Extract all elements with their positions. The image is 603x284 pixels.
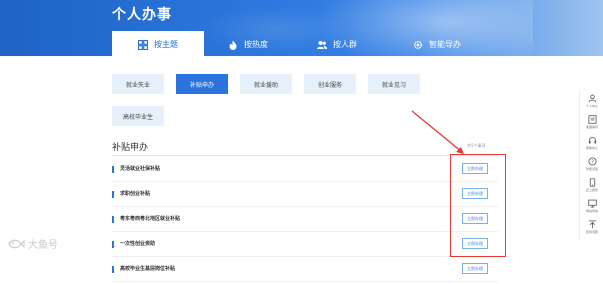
list-item: 一次性创业资助 立即办理 xyxy=(112,233,498,257)
right-toolbar: 个人中心 收藏事项 帮助中心 ? 智能问答 掌上服务 网站导航 回到顶部 xyxy=(579,90,603,240)
annotation-arrow xyxy=(411,110,464,154)
sidebar-item-personal-center[interactable]: 个人中心 xyxy=(580,94,603,108)
tab-label: 按人群 xyxy=(333,40,357,49)
sidebar-item-smart-qa[interactable]: ? 智能问答 xyxy=(580,157,603,171)
category-internship[interactable]: 就业见习 xyxy=(368,74,420,94)
main-tabs: 按主题 按热度 按人群 智能导办 xyxy=(112,31,492,58)
category-entrepreneurship[interactable]: 创业服务 xyxy=(304,74,356,94)
category-employment-assistance[interactable]: 就业援助 xyxy=(240,74,292,94)
sidebar-label: 网站导航 xyxy=(585,209,598,213)
sidebar-item-back-to-top[interactable]: 回到顶部 xyxy=(580,220,603,234)
sidebar-label: 掌上服务 xyxy=(585,188,598,192)
list-icon xyxy=(587,115,597,124)
fish-logo-icon xyxy=(8,239,25,248)
item-name[interactable]: 灵活就业社保补贴 xyxy=(120,165,160,172)
row-marker xyxy=(112,166,114,173)
annotation-highlight-box xyxy=(450,154,506,257)
phone-icon xyxy=(589,178,595,187)
sidebar-label: 回到顶部 xyxy=(585,230,598,234)
sidebar-item-help-center[interactable]: 帮助中心 xyxy=(580,136,603,150)
item-name[interactable]: 粤东粤西粤北地区就业补贴 xyxy=(120,215,180,222)
list-item: 高校毕业生基层岗位补贴 立即办理 xyxy=(112,258,498,282)
tab-label: 按主题 xyxy=(154,40,178,49)
sidebar-label: 收藏事项 xyxy=(585,125,598,129)
row-marker xyxy=(112,241,114,248)
row-marker xyxy=(112,266,114,273)
tab-smart-guide[interactable]: 智能导办 xyxy=(382,31,492,58)
arrow-up-icon xyxy=(588,220,596,229)
sidebar-item-mobile-service[interactable]: 掌上服务 xyxy=(580,178,603,192)
settings-icon xyxy=(413,40,423,50)
list-item: 求职创业补贴 立即办理 xyxy=(112,183,498,207)
tab-by-group[interactable]: 按人群 xyxy=(292,31,382,58)
people-icon xyxy=(317,40,327,50)
apply-now-button[interactable]: 立即办理 xyxy=(462,263,488,274)
list-item: 粤东粤西粤北地区就业补贴 立即办理 xyxy=(112,208,498,232)
monitor-icon xyxy=(587,199,597,208)
user-icon xyxy=(588,94,596,103)
item-name[interactable]: 一次性创业资助 xyxy=(120,240,155,247)
sidebar-item-site-navigation[interactable]: 网站导航 xyxy=(580,199,603,213)
sidebar-label: 智能问答 xyxy=(585,167,598,171)
row-marker xyxy=(112,191,114,198)
tab-by-popularity[interactable]: 按热度 xyxy=(204,31,292,58)
flame-icon xyxy=(228,40,238,50)
sidebar-label: 帮助中心 xyxy=(585,146,598,150)
tab-by-theme[interactable]: 按主题 xyxy=(112,31,204,58)
watermark-text: 大鱼号 xyxy=(28,240,58,251)
tab-label: 按热度 xyxy=(244,40,268,49)
row-marker xyxy=(112,216,114,223)
sidebar-label: 个人中心 xyxy=(585,104,598,108)
watermark: 大鱼号 xyxy=(7,236,58,251)
grid-icon xyxy=(138,39,148,50)
page-title: 个人办事 xyxy=(112,7,172,23)
category-employment-unemployment[interactable]: 就业失业 xyxy=(112,74,164,94)
svg-text:?: ? xyxy=(591,159,594,165)
headset-icon xyxy=(588,137,596,144)
robot-icon: ? xyxy=(587,157,597,166)
sidebar-item-favorites[interactable]: 收藏事项 xyxy=(580,115,603,129)
item-name[interactable]: 求职创业补贴 xyxy=(120,190,150,197)
item-name[interactable]: 高校毕业生基层岗位补贴 xyxy=(120,265,175,272)
category-subsidy-application[interactable]: 补贴申办 xyxy=(176,74,228,94)
tab-label: 智能导办 xyxy=(429,40,461,49)
section-title: 补贴申办 xyxy=(112,143,149,153)
category-graduates[interactable]: 高校毕业生 xyxy=(112,106,164,126)
